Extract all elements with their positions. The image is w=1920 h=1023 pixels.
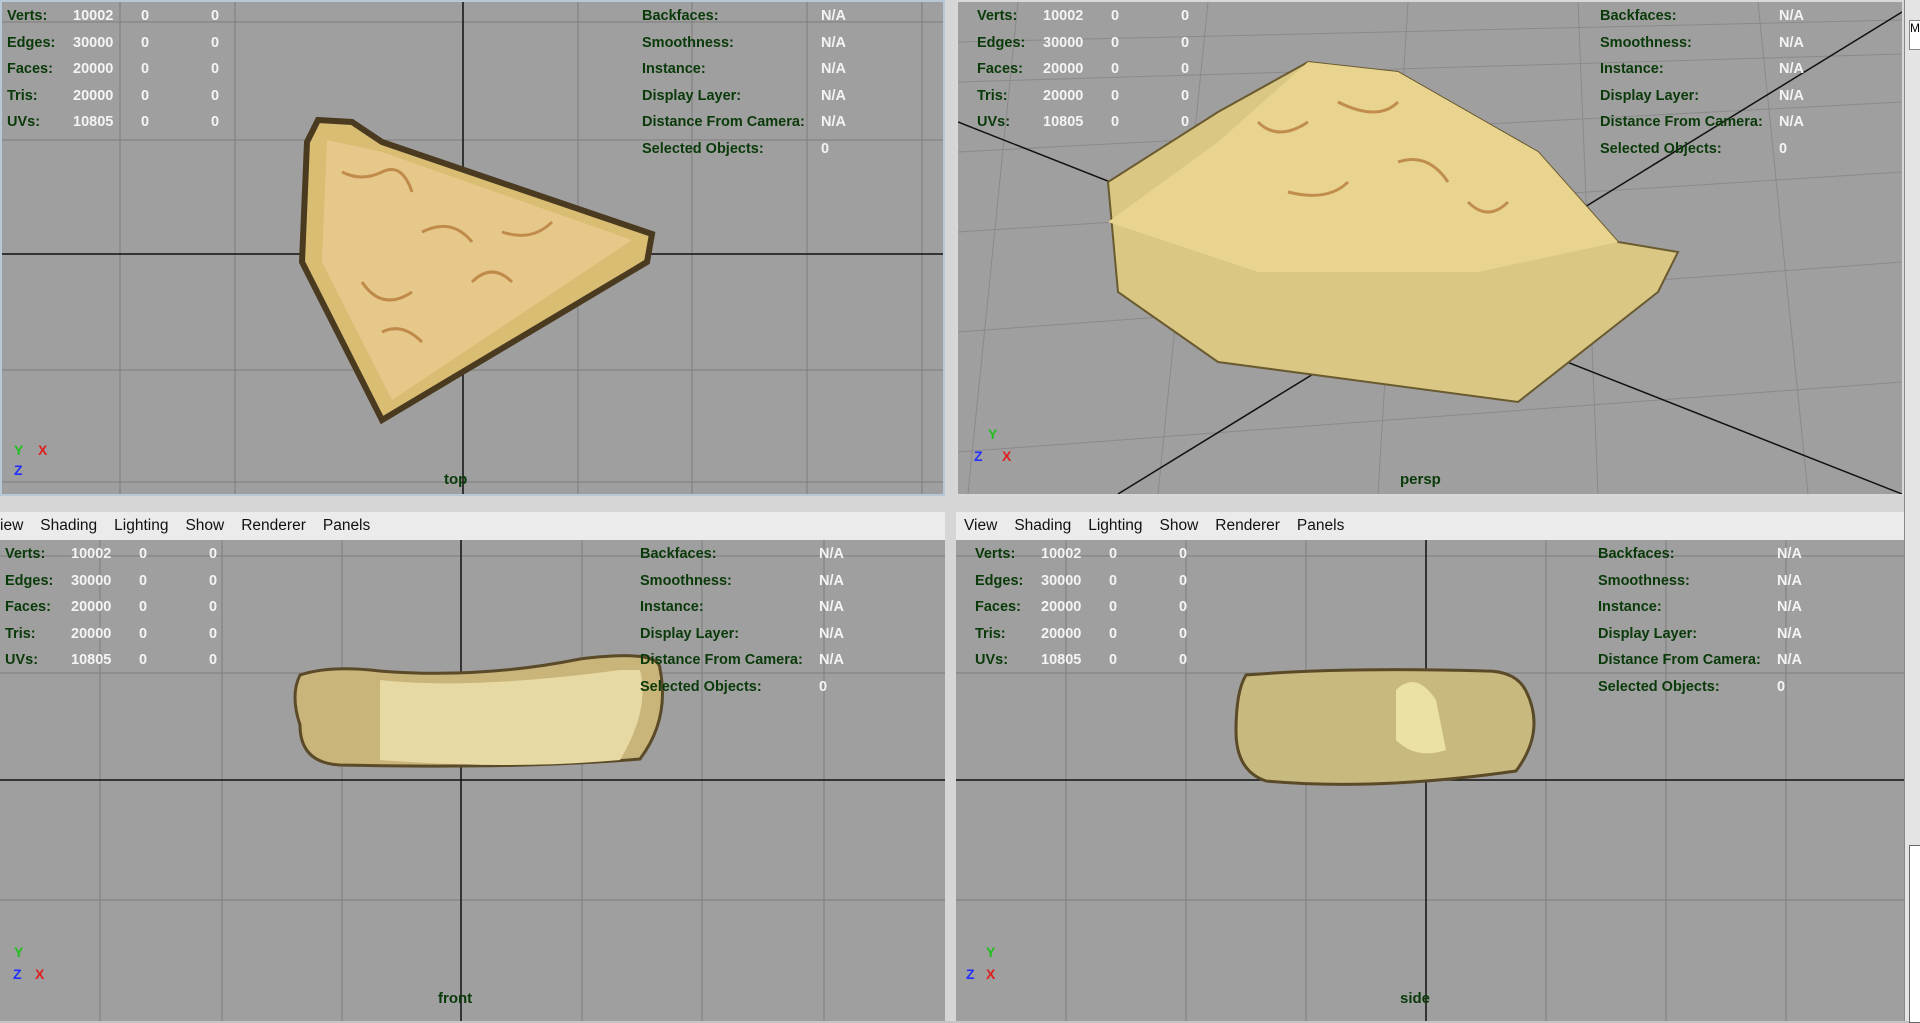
x-axis-label: X: [38, 442, 48, 458]
z-axis-label: Z: [974, 448, 983, 464]
menu-panels[interactable]: Panels: [1297, 517, 1344, 535]
hud-stats-right: Backfaces: N/A Smoothness: N/A Instance: N/…: [1598, 546, 1802, 695]
menu-lighting[interactable]: Lighting: [114, 517, 168, 535]
tortilla-slice-side: [1234, 668, 1536, 786]
viewport-top[interactable]: Verts: 10002 0 0 Edges: 30000 0 0 Faces: 20000 0…: [0, 0, 945, 496]
pane-divider-vertical[interactable]: [945, 0, 956, 1021]
z-axis-label: Z: [13, 966, 22, 982]
camera-label: top: [444, 471, 468, 488]
camera-label: front: [438, 990, 473, 1007]
menu-panels[interactable]: Panels: [323, 517, 370, 535]
hud-stats-left: Verts: 10002 0 0 Edges: 30000 0 0 Faces: 20000 0…: [5, 546, 218, 668]
z-axis-label: Z: [966, 966, 975, 982]
menu-shading[interactable]: Shading: [40, 517, 97, 535]
viewport-front[interactable]: Verts: 10002 0 0 Edges: 30000 0 0 Faces: 20000 0…: [0, 540, 945, 1021]
panel-menubar-side: View Shading Lighting Show Renderer Pane…: [956, 512, 1904, 540]
z-axis-label: Z: [14, 462, 23, 478]
panel-menubar-front: iew Shading Lighting Show Renderer Panel…: [0, 512, 945, 540]
menu-show[interactable]: Show: [185, 517, 224, 535]
hud-stats-left: Verts: 10002 0 0 Edges: 30000 0 0 Faces: 20000 0…: [977, 8, 1190, 130]
camera-label: persp: [1400, 471, 1441, 488]
y-axis-label: Y: [986, 944, 996, 960]
x-axis-label: X: [1002, 448, 1012, 464]
side-box: [1909, 845, 1920, 1023]
right-edge-panel: M: [1904, 0, 1920, 1023]
menu-lighting[interactable]: Lighting: [1088, 517, 1142, 535]
hud-stats-right: Backfaces: N/A Smoothness: N/A Instance: N/…: [640, 546, 844, 695]
y-axis-label: Y: [14, 442, 24, 458]
menu-view[interactable]: View: [964, 517, 997, 535]
hud-stats-left: Verts: 10002 0 0 Edges: 30000 0 0 Faces: 20000 0…: [7, 8, 220, 130]
viewport-persp[interactable]: Verts: 10002 0 0 Edges: 30000 0 0 Faces: 20000 0…: [956, 0, 1904, 496]
menu-renderer[interactable]: Renderer: [1215, 517, 1280, 535]
viewport-side[interactable]: Verts: 10002 0 0 Edges: 30000 0 0 Faces: 20000 0…: [956, 540, 1904, 1021]
x-axis-label: X: [986, 966, 996, 982]
y-axis-label: Y: [988, 426, 998, 442]
menu-view[interactable]: iew: [0, 517, 23, 535]
menu-show[interactable]: Show: [1160, 517, 1199, 535]
menu-shading[interactable]: Shading: [1014, 517, 1071, 535]
y-axis-label: Y: [14, 944, 24, 960]
menu-renderer[interactable]: Renderer: [241, 517, 306, 535]
hud-stats-left: Verts: 10002 0 0 Edges: 30000 0 0 Faces: 20000 0…: [975, 546, 1188, 668]
x-axis-label: X: [35, 966, 45, 982]
camera-label: side: [1400, 990, 1431, 1007]
side-tab[interactable]: M: [1909, 20, 1920, 50]
hud-stats-right: Backfaces: N/A Smoothness: N/A Instance: N/…: [1600, 8, 1804, 157]
hud-stats-right: Backfaces: N/A Smoothness: N/A Instance: N/…: [642, 8, 846, 157]
